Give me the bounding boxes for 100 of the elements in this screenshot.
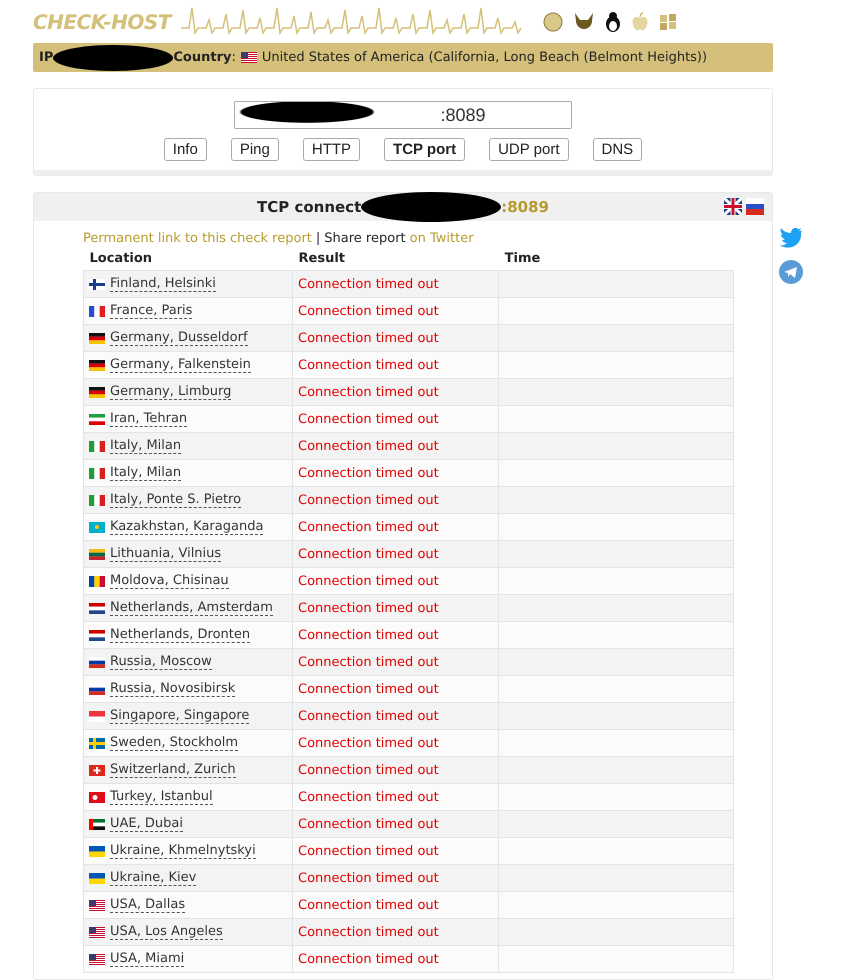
result-text: Connection timed out: [298, 682, 439, 696]
twitter-bird-icon[interactable]: [779, 228, 803, 248]
location-link[interactable]: Italy, Milan: [110, 465, 182, 481]
result-text: Connection timed out: [298, 546, 439, 562]
result-text: Connection timed out: [298, 628, 439, 642]
location-link[interactable]: Lithuania, Vilnius: [110, 546, 222, 562]
location-link[interactable]: Germany, Dusseldorf: [110, 330, 248, 346]
result-text: Connection timed out: [298, 330, 439, 346]
flag-icon: [89, 792, 105, 802]
flag-icon: [89, 548, 105, 560]
result-text: Connection timed out: [298, 816, 439, 832]
share-text: Share report: [324, 231, 406, 246]
flag-icon: [89, 954, 105, 964]
location-link[interactable]: Iran, Tehran: [110, 411, 188, 427]
result-text: Connection timed out: [298, 304, 439, 318]
ip-label: IP: [39, 50, 54, 65]
location-link[interactable]: Netherlands, Amsterdam: [110, 600, 273, 616]
location-link[interactable]: Finland, Helsinki: [110, 276, 216, 292]
result-text: Connection timed out: [298, 358, 439, 372]
result-text: Connection timed out: [298, 466, 439, 480]
windows-icon: [658, 12, 677, 30]
telegram-icon[interactable]: [779, 260, 803, 284]
location-link[interactable]: USA, Dallas: [110, 897, 186, 913]
uk-flag-icon[interactable]: [724, 198, 742, 215]
flag-icon: [89, 900, 105, 910]
location-link[interactable]: Singapore, Singapore: [110, 708, 250, 724]
colon-text: :: [231, 50, 236, 65]
check-type-button[interactable]: Info: [164, 138, 207, 161]
flag-icon: [89, 386, 105, 398]
result-text: Connection timed out: [298, 654, 439, 670]
check-type-button[interactable]: TCP port: [384, 138, 466, 161]
location-link[interactable]: Germany, Falkenstein: [110, 357, 251, 373]
result-text: Connection timed out: [298, 844, 439, 858]
check-type-button[interactable]: DNS: [592, 138, 642, 161]
check-type-button[interactable]: Ping: [230, 138, 279, 161]
flag-icon: [89, 440, 105, 452]
flag-icon: [89, 738, 105, 748]
separator-text: |: [316, 231, 320, 246]
location-link[interactable]: USA, Los Angeles: [110, 924, 223, 940]
location-link[interactable]: Germany, Limburg: [110, 384, 232, 400]
result-text: Connection timed out: [298, 952, 439, 966]
location-link[interactable]: Ukraine, Kiev: [110, 870, 196, 886]
result-text: Connection timed out: [298, 574, 439, 588]
country-label: Country: [173, 50, 232, 65]
location-link[interactable]: Kazakhstan, Karaganda: [110, 519, 264, 535]
location-link[interactable]: Moldova, Chisinau: [110, 573, 229, 589]
flag-icon: [89, 764, 105, 776]
location-link[interactable]: Russia, Moscow: [110, 654, 212, 670]
result-text: Connection timed out: [298, 898, 439, 912]
result-text: Connection timed out: [298, 412, 439, 426]
flag-icon: [89, 332, 105, 344]
result-text: Connection timed out: [298, 520, 439, 534]
russia-flag-icon[interactable]: [746, 198, 764, 215]
result-text: Connection timed out: [298, 870, 439, 886]
flag-icon: [240, 52, 257, 63]
result-text: Connection timed out: [298, 736, 439, 750]
location-link[interactable]: Italy, Milan: [110, 438, 182, 454]
result-text: Connection timed out: [298, 600, 439, 616]
flag-icon: [89, 872, 105, 884]
check-type-button[interactable]: HTTP: [302, 138, 360, 161]
country-text: United States of America (California, Long Beach (Belmont Heights)): [262, 50, 708, 65]
location-link[interactable]: Switzerland, Zurich: [110, 762, 236, 778]
location-link[interactable]: Italy, Ponte S. Pietro: [110, 492, 242, 508]
location-link[interactable]: Ukraine, Khmelnytskyi: [110, 843, 256, 859]
location-link[interactable]: USA, Miami: [110, 951, 184, 967]
result-text: Connection timed out: [298, 708, 439, 724]
flag-icon: [89, 576, 105, 586]
flag-icon: [89, 360, 105, 370]
location-link[interactable]: Russia, Novosibirsk: [110, 681, 236, 697]
location-link[interactable]: Sweden, Stockholm: [110, 735, 238, 751]
flag-icon: [89, 494, 105, 506]
flag-icon: [89, 630, 105, 640]
flag-icon: [89, 926, 105, 938]
location-link[interactable]: Netherlands, Dronten: [110, 627, 250, 643]
column-header: Time: [498, 246, 734, 270]
flag-icon: [89, 414, 105, 424]
flag-icon: [89, 818, 105, 830]
port-text: :8089: [501, 198, 549, 216]
flag-icon: [89, 846, 105, 856]
result-text: Connection timed out: [298, 276, 439, 292]
column-header: Result: [292, 246, 499, 270]
result-text: Connection timed out: [298, 762, 439, 778]
apple-icon: [630, 12, 649, 32]
flag-icon: [89, 278, 105, 290]
flag-icon: [89, 602, 105, 614]
result-text: Connection timed out: [298, 924, 439, 940]
flag-icon: [89, 468, 105, 478]
location-link[interactable]: France, Paris: [110, 303, 192, 319]
host-input-field[interactable]: :8089: [234, 101, 572, 129]
column-header: Location: [84, 246, 292, 270]
flag-icon: [89, 306, 105, 316]
location-link[interactable]: UAE, Dubai: [110, 816, 183, 832]
location-link[interactable]: Turkey, Istanbul: [110, 789, 213, 805]
report-title: TCP connect: [257, 198, 362, 216]
flag-icon: [89, 522, 105, 532]
result-text: Connection timed out: [298, 492, 439, 508]
result-text: Connection timed out: [298, 438, 439, 454]
check-type-button[interactable]: UDP port: [489, 138, 569, 161]
result-text: Connection timed out: [298, 790, 439, 804]
flag-icon: [89, 656, 105, 668]
